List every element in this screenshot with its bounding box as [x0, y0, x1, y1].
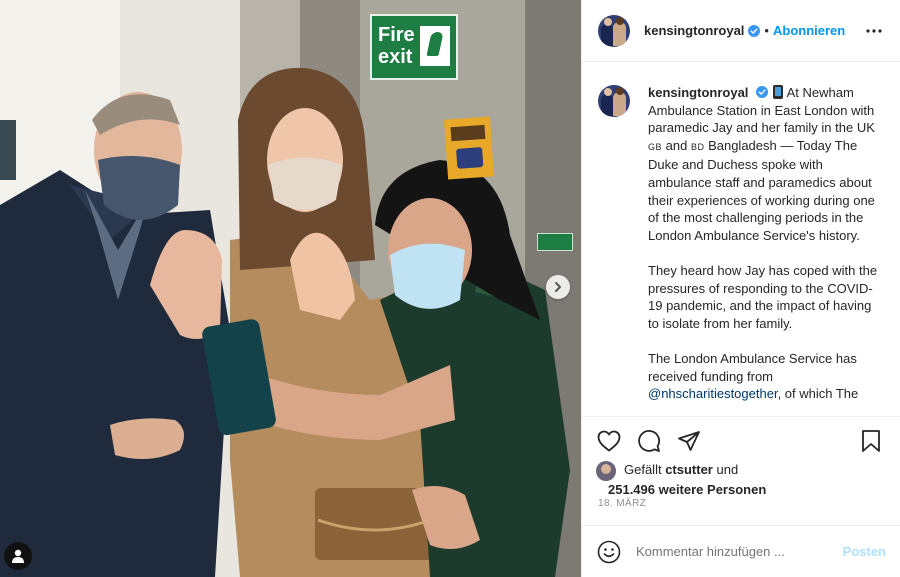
action-row [596, 427, 884, 455]
save-button[interactable] [858, 428, 884, 454]
follow-button[interactable]: Abonnieren [773, 23, 845, 38]
smiley-icon [597, 540, 621, 563]
caption-p1-b: and [662, 137, 691, 153]
heart-icon [597, 430, 621, 452]
running-man-icon [420, 26, 450, 66]
post-photo[interactable]: Fire exit [0, 0, 581, 577]
instagram-post: Fire exit kensingtonroyal • Abonnieren k… [0, 0, 900, 577]
fire-exit-sign-line2: exit [378, 46, 413, 68]
post-actions: Gefällt ctsutter und 251.496 weitere Per… [582, 416, 900, 497]
photo-scene [0, 0, 581, 577]
likes-others-link[interactable]: 251.496 weitere Personen [596, 481, 884, 499]
likes-suffix: und [712, 462, 739, 477]
caption-mention-link[interactable]: @nhscharitiestogether [648, 386, 778, 401]
caption-paragraph-1: kensingtonroyal At Newham Ambulance Stat… [648, 84, 884, 244]
liker-username[interactable]: ctsutter [665, 462, 713, 477]
header-username[interactable]: kensingtonroyal [644, 23, 744, 38]
tagged-users-button[interactable] [4, 542, 32, 570]
emoji-button[interactable] [596, 539, 622, 565]
liker-avatar[interactable] [596, 461, 616, 481]
caption-area: kensingtonroyal At Newham Ambulance Stat… [582, 62, 900, 416]
caption-paragraph-3: The London Ambulance Service has receive… [648, 350, 884, 403]
flag-bd: BD [690, 141, 705, 152]
verified-badge-icon [756, 86, 769, 98]
user-icon [12, 549, 24, 563]
post-side-panel: kensingtonroyal • Abonnieren kensingtonr… [581, 0, 900, 577]
bookmark-icon [862, 430, 880, 452]
post-header: kensingtonroyal • Abonnieren [582, 0, 900, 62]
next-image-button[interactable] [546, 275, 570, 299]
like-button[interactable] [596, 428, 622, 454]
caption-paragraph-2: They heard how Jay has coped with the pr… [648, 262, 878, 331]
caption-p1-c: Bangladesh — Today The Duke and Duchess … [648, 137, 875, 243]
post-comment-button[interactable]: Posten [843, 544, 886, 559]
comment-input[interactable] [636, 539, 843, 564]
more-horizontal-icon [866, 28, 882, 33]
caption-p3-b: , of which The [777, 386, 859, 402]
header-separator: • [764, 23, 769, 38]
likes-summary: Gefällt ctsutter und [596, 461, 884, 481]
wall-small-sign [537, 233, 573, 251]
caption-p3-a: The London Ambulance Service has receive… [648, 350, 857, 384]
mobile-phone-icon [772, 85, 783, 99]
wall-poster [443, 116, 495, 180]
more-options-button[interactable] [862, 19, 886, 43]
flag-gb: GB [648, 141, 663, 152]
caption-text: kensingtonroyal At Newham Ambulance Stat… [648, 84, 884, 416]
fire-exit-sign-line1: Fire [378, 24, 415, 46]
caption-username[interactable]: kensingtonroyal [648, 85, 748, 100]
comment-button[interactable] [636, 428, 662, 454]
comment-bar: Posten [582, 525, 900, 577]
comment-bubble-icon [638, 430, 660, 452]
chevron-right-icon [555, 282, 561, 292]
profile-avatar[interactable] [598, 14, 630, 47]
likes-prefix: Gefällt [624, 462, 666, 477]
paper-plane-icon [678, 431, 700, 451]
share-button[interactable] [676, 428, 702, 454]
caption-avatar[interactable] [598, 85, 630, 117]
verified-badge-icon [748, 24, 761, 37]
fire-exit-sign: Fire exit [370, 14, 458, 80]
